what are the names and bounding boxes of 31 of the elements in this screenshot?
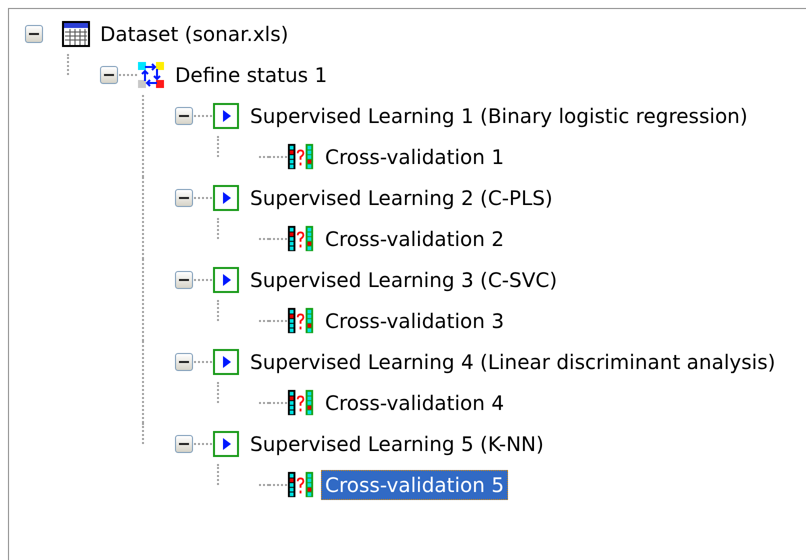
validation-icon <box>287 142 315 172</box>
collapse-toggle[interactable] <box>100 66 118 84</box>
play-icon <box>212 430 240 458</box>
tree-item[interactable]: Supervised Learning 3 (C-SVC) <box>246 264 562 294</box>
tree-item[interactable]: Cross-validation 5 <box>321 470 508 500</box>
arrows-icon <box>137 60 165 88</box>
tree-item[interactable]: Define status 1 <box>171 60 332 90</box>
play-icon <box>212 184 240 212</box>
tree-item[interactable]: Supervised Learning 1 (Binary logistic regression) <box>246 100 752 130</box>
collapse-toggle[interactable] <box>175 434 193 452</box>
table-icon <box>62 20 90 46</box>
collapse-toggle[interactable] <box>175 352 193 370</box>
play-icon <box>212 348 240 376</box>
tree-item[interactable]: Supervised Learning 4 (Linear discriminant analysis) <box>246 346 780 376</box>
tree-item[interactable]: Cross-validation 1 <box>321 142 508 172</box>
tree-item[interactable]: Cross-validation 4 <box>321 388 508 418</box>
collapse-toggle[interactable] <box>175 106 193 124</box>
tree-item[interactable]: Supervised Learning 2 (C-PLS) <box>246 182 557 212</box>
validation-icon <box>287 470 315 500</box>
tree-item[interactable]: Supervised Learning 5 (K-NN) <box>246 428 548 458</box>
play-icon <box>212 102 240 130</box>
validation-icon <box>287 388 315 418</box>
validation-icon <box>287 306 315 336</box>
validation-icon <box>287 224 315 254</box>
collapse-toggle[interactable] <box>175 270 193 288</box>
collapse-toggle[interactable] <box>175 188 193 206</box>
tree-item[interactable]: Cross-validation 3 <box>321 306 508 336</box>
tree-item[interactable]: Cross-validation 2 <box>321 224 508 254</box>
play-icon <box>212 266 240 294</box>
collapse-toggle[interactable] <box>25 24 43 42</box>
tree-item[interactable]: Dataset (sonar.xls) <box>96 18 292 48</box>
